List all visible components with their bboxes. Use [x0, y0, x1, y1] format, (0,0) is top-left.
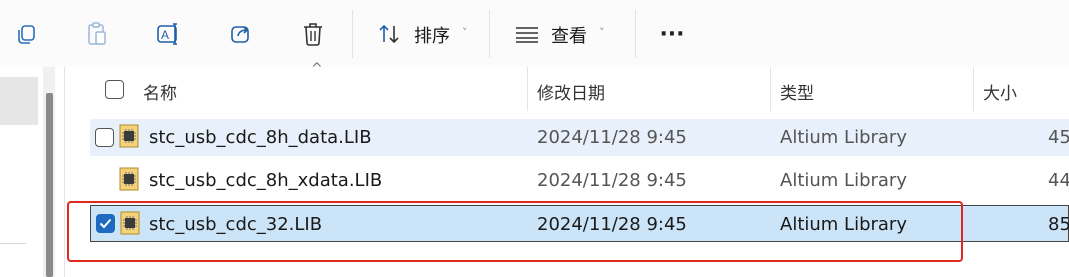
column-type[interactable]: 类型: [780, 79, 814, 104]
nav-scrollbar-thumb[interactable]: [46, 93, 53, 277]
navigation-pane: [0, 67, 62, 277]
file-modified: 2024/11/28 9:45: [537, 127, 687, 148]
altium-library-file-icon: [119, 167, 139, 191]
view-button[interactable]: [507, 14, 547, 54]
column-header: ^ 名称 修改日期 类型 大小: [65, 61, 1069, 111]
copy-button[interactable]: [6, 14, 46, 54]
share-button[interactable]: [221, 14, 261, 54]
file-name: stc_usb_cdc_8h_data.LIB: [149, 127, 372, 148]
altium-library-file-icon: [119, 124, 139, 148]
chevron-down-icon: ˅: [462, 26, 468, 39]
rename-button[interactable]: A: [149, 14, 189, 54]
share-icon: [231, 26, 249, 43]
file-name: stc_usb_cdc_8h_xdata.LIB: [149, 170, 383, 191]
toolbar-separator: [635, 10, 636, 58]
column-separator[interactable]: [770, 67, 771, 111]
delete-button[interactable]: [293, 14, 333, 54]
column-name[interactable]: 名称: [143, 79, 177, 104]
file-size: 85: [1048, 214, 1069, 235]
highlight-annotation-box: [67, 201, 963, 262]
column-separator[interactable]: [527, 67, 528, 111]
file-type: Altium Library: [780, 170, 907, 191]
more-icon: ···: [659, 21, 685, 47]
sort-label[interactable]: 排序: [414, 22, 450, 48]
sort-button[interactable]: [370, 14, 410, 54]
sort-ascending-icon: ^: [311, 61, 323, 77]
view-label[interactable]: 查看: [551, 22, 587, 48]
file-modified: 2024/11/28 9:45: [537, 170, 687, 191]
nav-divider: [0, 243, 26, 244]
sort-icon: [379, 24, 399, 44]
chevron-down-icon: ˅: [599, 26, 605, 39]
select-all-checkbox[interactable]: [105, 80, 124, 99]
nav-selected-item[interactable]: [0, 77, 38, 125]
file-type: Altium Library: [780, 127, 907, 148]
file-size: 44: [1048, 170, 1069, 191]
file-row[interactable]: stc_usb_cdc_8h_xdata.LIB 2024/11/28 9:45…: [90, 162, 1069, 199]
file-row[interactable]: stc_usb_cdc_8h_data.LIB 2024/11/28 9:45 …: [90, 119, 1069, 156]
delete-icon: [304, 23, 322, 46]
rename-icon: A: [157, 23, 177, 45]
copy-icon: [18, 25, 35, 44]
svg-text:A: A: [161, 28, 169, 42]
toolbar-separator: [489, 10, 490, 58]
column-size[interactable]: 大小: [983, 79, 1017, 104]
paste-button[interactable]: [77, 14, 117, 54]
file-size: 45: [1048, 127, 1069, 148]
more-button[interactable]: ···: [652, 14, 692, 54]
column-separator[interactable]: [973, 67, 974, 111]
command-bar: A 排序 ˅ 查看 ˅ ···: [0, 0, 1069, 67]
paste-icon: [88, 22, 106, 45]
column-modified[interactable]: 修改日期: [537, 79, 605, 104]
view-icon: [516, 27, 538, 43]
row-checkbox[interactable]: [95, 128, 114, 147]
toolbar-separator: [352, 10, 353, 58]
